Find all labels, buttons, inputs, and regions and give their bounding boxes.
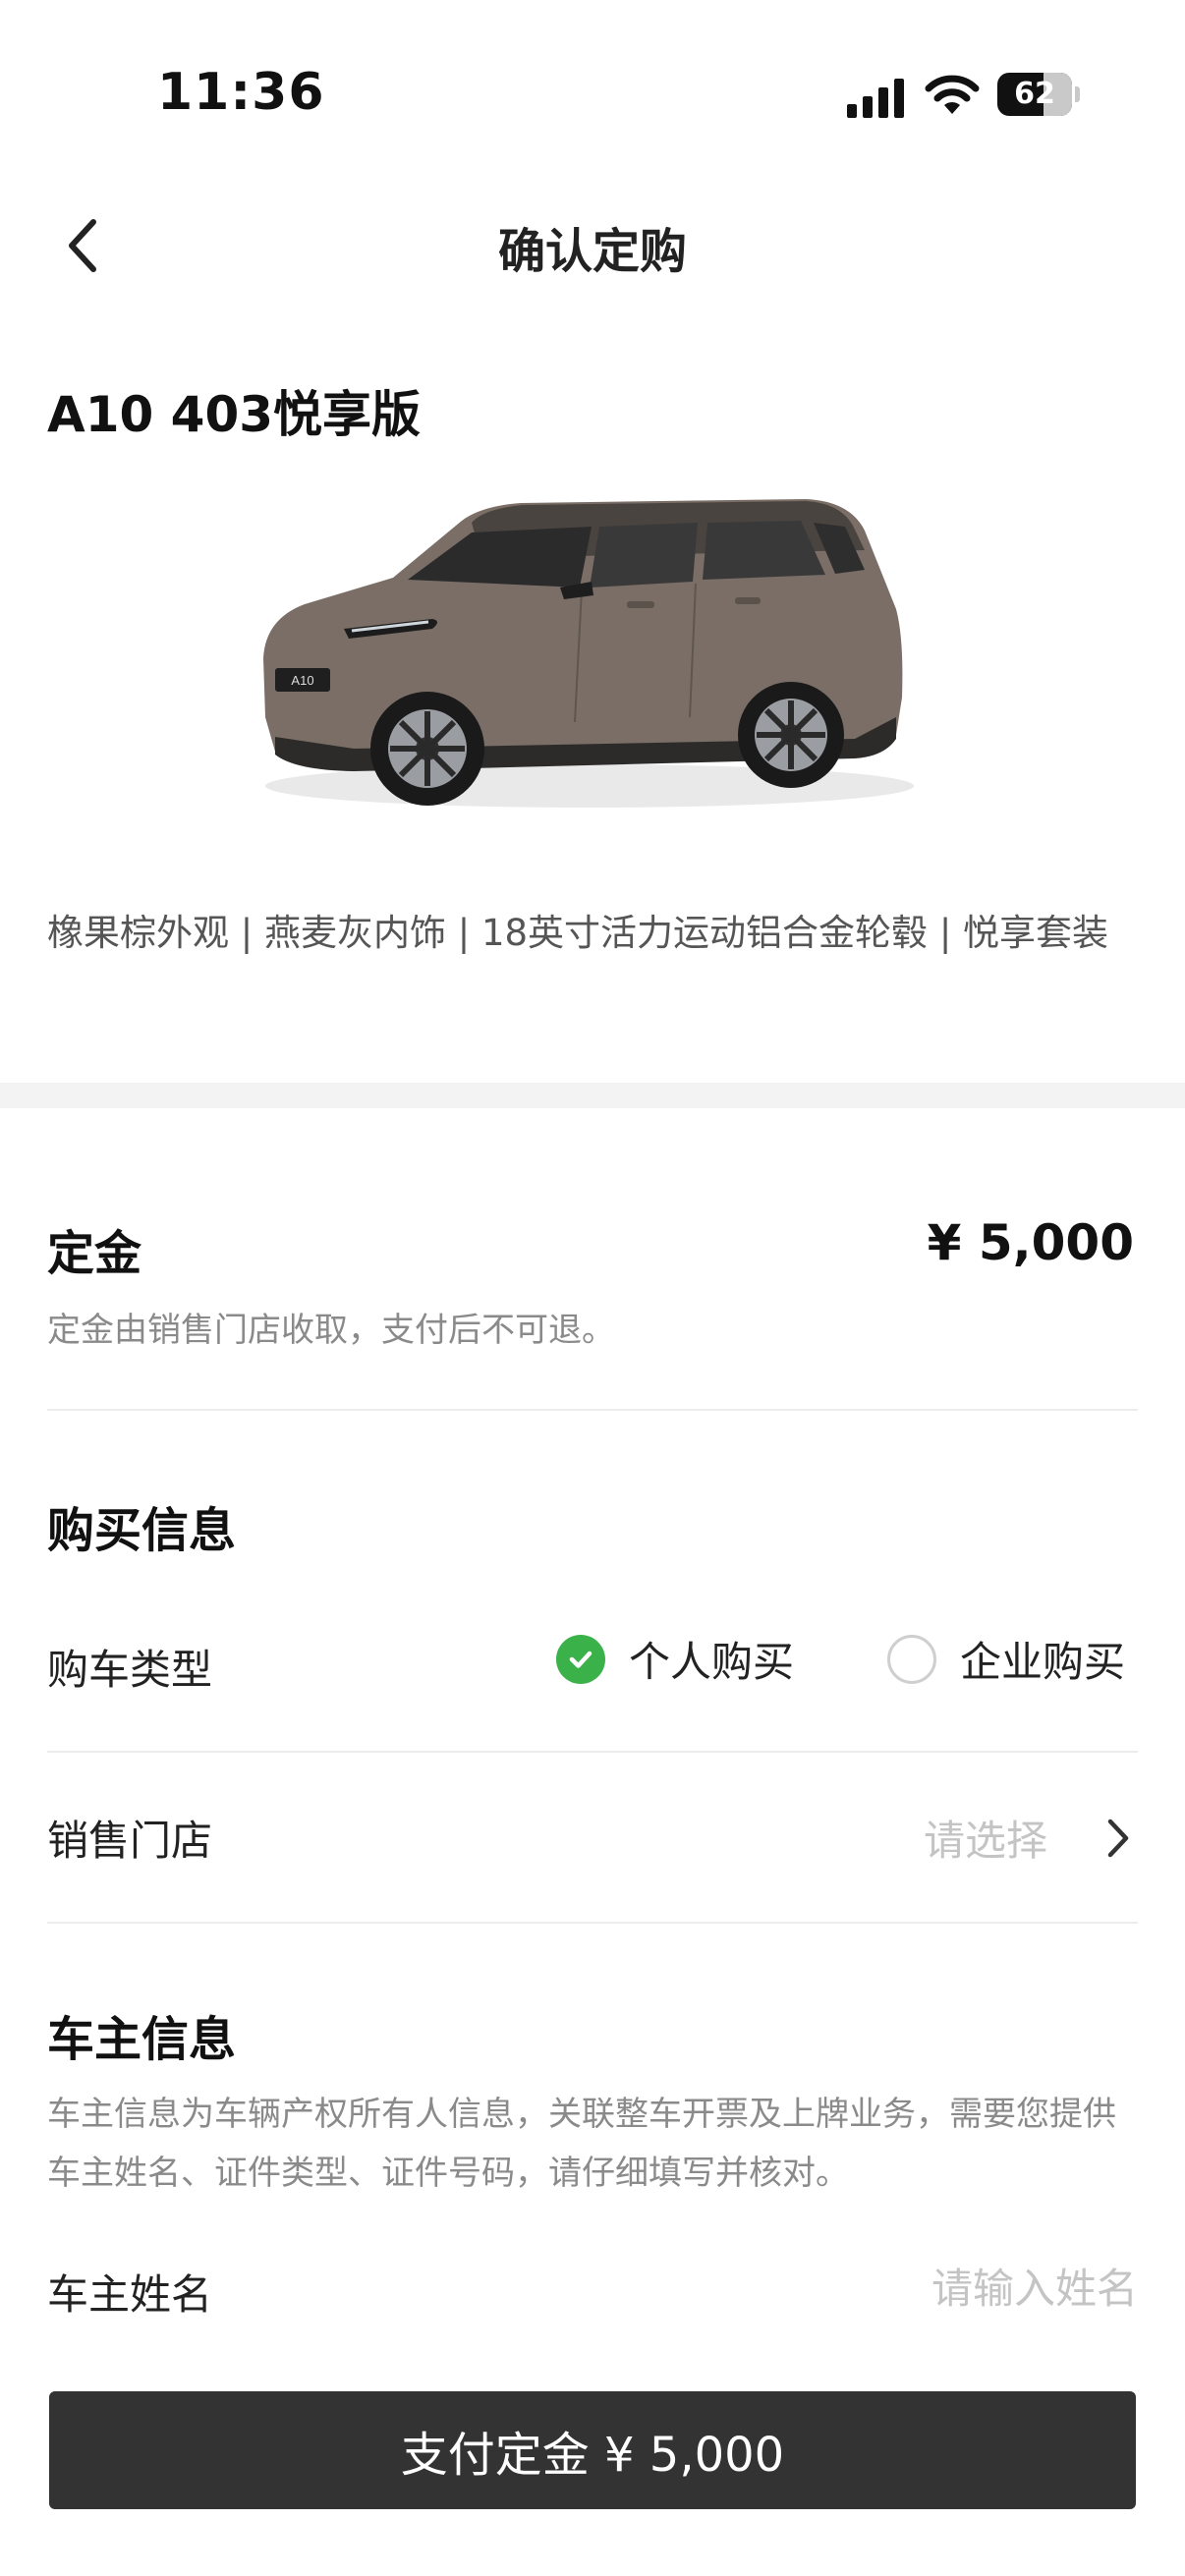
radio-personal-label: 个人购买 (629, 1638, 795, 1686)
divider (47, 1922, 1138, 1924)
radio-company-purchase[interactable]: 企业购买 (887, 1629, 1125, 1689)
deposit-amount: ¥ 5,000 (927, 1214, 1134, 1271)
owner-info-title: 车主信息 (47, 2012, 237, 2067)
deposit-note: 定金由销售门店收取，支付后不可退。 (47, 1311, 615, 1350)
battery-level: 62 (1014, 77, 1055, 111)
section-divider (0, 1083, 1185, 1108)
owner-name-label: 车主姓名 (47, 2270, 213, 2319)
check-circle-icon (556, 1634, 605, 1684)
pay-deposit-button[interactable]: 支付定金 ¥ 5,000 (49, 2391, 1136, 2509)
purchase-info-title: 购买信息 (47, 1503, 237, 1558)
buy-type-label: 购车类型 (47, 1646, 213, 1694)
divider (47, 1409, 1138, 1411)
signal-icon (847, 79, 904, 118)
svg-text:A10: A10 (291, 673, 313, 688)
owner-info-note: 车主信息为车辆产权所有人信息，关联整车开票及上牌业务，需要您提供车主姓名、证件类… (47, 2095, 1116, 2193)
deposit-title: 定金 (47, 1226, 142, 1281)
wifi-icon (925, 75, 980, 114)
radio-company-label: 企业购买 (960, 1638, 1126, 1686)
owner-name-input[interactable] (627, 2256, 1138, 2321)
config-summary: 橡果棕外观 | 燕麦灰内饰 | 18英寸活力运动铝合金轮毂 | 悦享套装 (47, 912, 1109, 954)
car-image: A10 (263, 499, 914, 808)
battery-icon: 62 (997, 73, 1080, 116)
chevron-right-icon[interactable] (1099, 1814, 1138, 1863)
store-select[interactable]: 请选择 (924, 1808, 1047, 1868)
page-title: 确认定购 (497, 224, 687, 279)
divider (47, 1751, 1138, 1753)
empty-circle-icon (887, 1634, 936, 1684)
model-name: A10 403悦享版 (47, 386, 422, 443)
status-time: 11:36 (157, 63, 325, 122)
radio-personal-purchase[interactable]: 个人购买 (556, 1629, 794, 1689)
store-label: 销售门店 (47, 1817, 213, 1865)
